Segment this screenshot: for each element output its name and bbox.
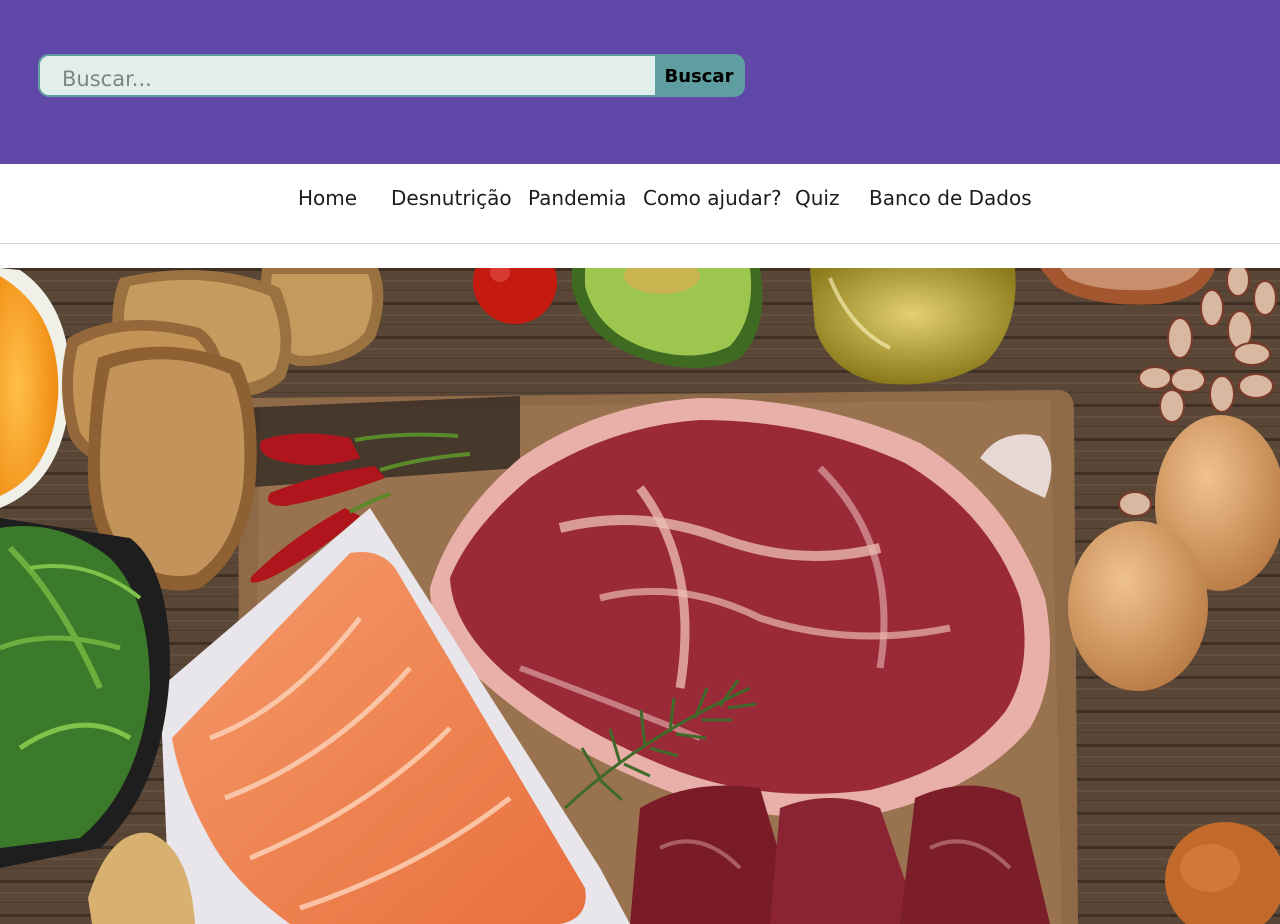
search-input[interactable]: [40, 56, 655, 95]
main-nav: Home Desnutrição Pandemia Como ajudar? Q…: [0, 164, 1280, 244]
nav-item-quiz[interactable]: Quiz: [795, 185, 839, 211]
top-header: Buscar: [0, 0, 1280, 164]
hero-food-image: [0, 268, 1280, 924]
nav-item-como-ajudar[interactable]: Como ajudar?: [643, 185, 782, 211]
food-illustration: [0, 268, 1280, 924]
nav-item-home[interactable]: Home: [298, 185, 357, 211]
nav-item-pandemia[interactable]: Pandemia: [528, 185, 626, 211]
egg: [1068, 521, 1208, 691]
nav-list: Home Desnutrição Pandemia Como ajudar? Q…: [0, 185, 1280, 219]
search-form: Buscar: [38, 54, 745, 97]
search-button[interactable]: Buscar: [655, 56, 743, 95]
nav-item-desnutricao[interactable]: Desnutrição: [391, 185, 512, 211]
beef-strips: [630, 785, 1050, 924]
nav-item-banco-de-dados[interactable]: Banco de Dados: [869, 185, 1032, 211]
